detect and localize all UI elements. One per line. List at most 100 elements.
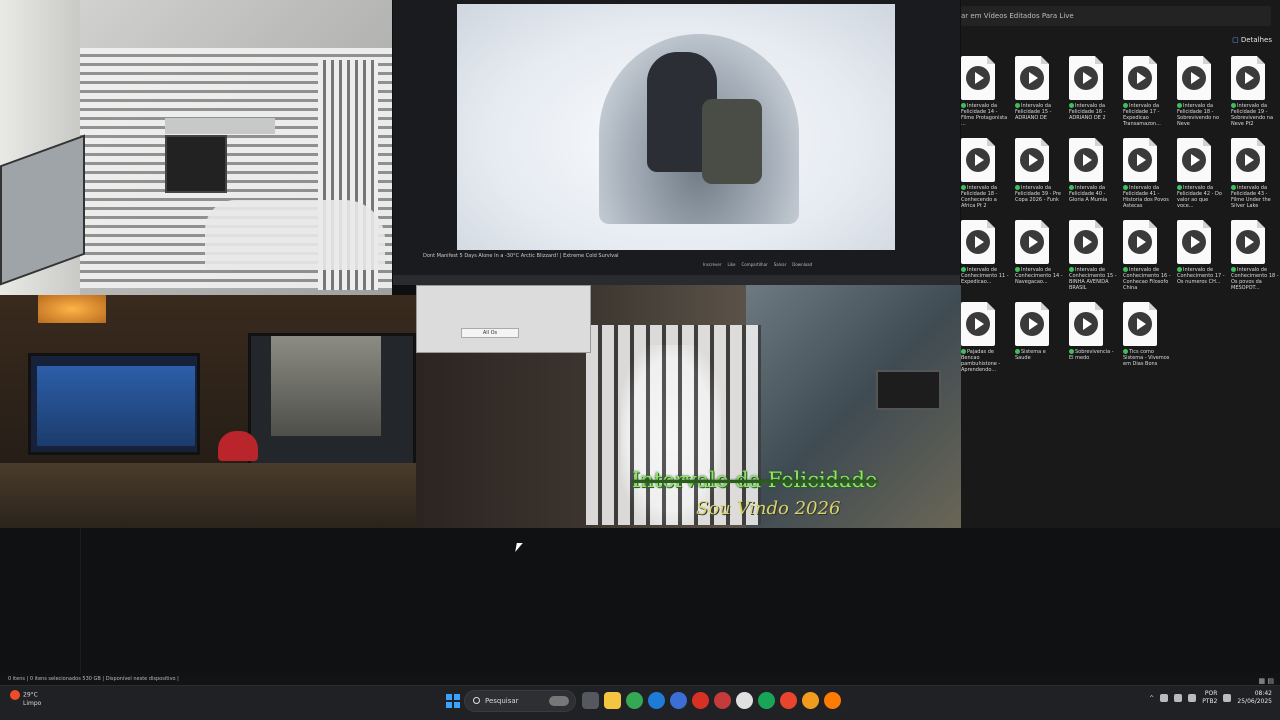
address-bar[interactable]: ar em Vídeos Editados Para Live — [961, 6, 1271, 26]
subscribe-button[interactable]: Inscrever — [703, 262, 722, 270]
file-item[interactable]: Intervalo da Felicidade 15 - ADRIANO DE — [1015, 56, 1065, 134]
sync-status-icon — [1069, 349, 1074, 354]
video-file-icon — [1015, 56, 1049, 100]
wifi-icon[interactable] — [1223, 694, 1232, 702]
video-player-window[interactable]: Dont Manifest 5 Days Alone In a -30°C Ar… — [393, 0, 960, 285]
file-item[interactable]: Intervalo de Conhecimento 16 - Conhecao … — [1123, 220, 1173, 298]
file-item[interactable]: Intervalo da Felicidade 41 - Historia do… — [1123, 138, 1173, 216]
file-item[interactable]: Intervalo da Felicidade 17 - Expedicao T… — [1123, 56, 1173, 134]
file-name: Intervalo da Felicidade 18 - Sobrevivend… — [1177, 103, 1220, 127]
file-item[interactable]: Intervalo de Conhecimento 15 - BINHA AVE… — [1069, 220, 1119, 298]
app-icon-1[interactable] — [692, 692, 709, 709]
onedrive-icon[interactable] — [1160, 694, 1169, 702]
file-item[interactable]: Intervalo da Felicidade 43 - Filme Under… — [1231, 138, 1280, 216]
search-placeholder: Pesquisar — [485, 697, 519, 705]
file-name: Intervalo de Conhecimento 16 - Conhecao … — [1123, 267, 1171, 291]
video-file-icon — [1123, 302, 1157, 346]
file-item[interactable]: Pajadas de Bencao pambuhistone - Aprende… — [961, 302, 1011, 380]
weather-temp: 29°C — [23, 691, 38, 699]
volume-icon[interactable] — [1188, 694, 1197, 702]
share-button[interactable]: Compartilhar — [741, 262, 767, 270]
sync-status-icon — [1069, 267, 1074, 272]
file-item[interactable]: Intervalo da Felicidade 19 - Sobrevivend… — [1231, 56, 1280, 134]
camera-feed-graffiti: All Os Intervalo da Felicidade Sou Vindo… — [416, 285, 961, 528]
sync-status-icon — [1231, 185, 1236, 190]
language-indicator[interactable]: POR PTB2 — [1202, 690, 1217, 706]
video-file-icon — [1069, 138, 1103, 182]
file-item[interactable]: Intervalo da Felicidade 16 - ADRIANO DE … — [1069, 56, 1119, 134]
desktop-area — [0, 528, 1280, 683]
play-icon — [966, 66, 990, 90]
file-item[interactable]: Intervalo de Conhecimento 17 - Os numero… — [1177, 220, 1227, 298]
file-explorer-window: ar em Vídeos Editados Para Live ▢ Detalh… — [961, 0, 1280, 528]
edge-icon[interactable] — [648, 692, 665, 709]
file-name: Intervalo da Felicidade 43 - Filme Under… — [1231, 185, 1271, 209]
file-item[interactable]: Intervalo da Felicidade 42 - Do valor ao… — [1177, 138, 1227, 216]
app-icon-2[interactable] — [714, 692, 731, 709]
video-file-icon — [1231, 220, 1265, 264]
play-icon — [1020, 230, 1044, 254]
store-icon[interactable] — [670, 692, 687, 709]
overlay-title: Intervalo da Felicidade — [632, 468, 878, 492]
video-title: Dont Manifest 5 Days Alone In a -30°C Ar… — [423, 253, 619, 259]
file-name: Intervalo da Felicidade 17 - Expedicao T… — [1123, 103, 1161, 127]
sync-status-icon — [961, 185, 966, 190]
weather-widget[interactable]: 29°C Limpo — [10, 690, 41, 708]
start-button[interactable] — [446, 694, 460, 708]
file-explorer-icon[interactable] — [604, 692, 621, 709]
desktop-root: Dont Manifest 5 Days Alone In a -30°C Ar… — [0, 0, 1280, 720]
file-item[interactable]: Intervalo da Felicidade 39 - Pre Copa 20… — [1015, 138, 1065, 216]
video-frame[interactable] — [457, 4, 895, 250]
mini-taskbar-strip — [393, 275, 960, 285]
app-icon-5[interactable] — [780, 692, 797, 709]
taskbar-apps — [582, 692, 841, 709]
taskbar-search[interactable]: Pesquisar — [464, 690, 576, 712]
file-name: Intervalo da Felicidade 40 - Gloria A Mu… — [1069, 185, 1108, 203]
dialog-button[interactable]: All Os — [461, 328, 519, 338]
weather-desc: Limpo — [23, 700, 42, 707]
details-button[interactable]: ▢ Detalhes — [1232, 36, 1272, 44]
wall-frame-image — [876, 370, 941, 410]
file-item[interactable]: Intervalo de Conhecimento 11 - Expedicao… — [961, 220, 1011, 298]
video-file-icon — [961, 138, 995, 182]
app-icon-4[interactable] — [758, 692, 775, 709]
file-item[interactable]: Sobrevivencia - El medo — [1069, 302, 1119, 380]
file-item[interactable]: Intervalo da Felicidade 18 - Conhecendo … — [961, 138, 1011, 216]
file-name: Intervalo da Felicidade 39 - Pre Copa 20… — [1015, 185, 1061, 203]
chrome-icon[interactable] — [626, 692, 643, 709]
file-item[interactable]: Tics como Sistema - Vivemos em Dias Bons — [1123, 302, 1173, 380]
file-item[interactable]: Intervalo da Felicidade 40 - Gloria A Mu… — [1069, 138, 1119, 216]
play-icon — [1128, 66, 1152, 90]
app-icon-6[interactable] — [802, 692, 819, 709]
play-icon — [1128, 148, 1152, 172]
divider-line — [80, 528, 81, 683]
lang-label-2: PTB2 — [1202, 698, 1218, 705]
file-name: Intervalo de Conhecimento 17 - Os numero… — [1177, 267, 1225, 285]
search-highlight-icon — [549, 696, 569, 706]
clock[interactable]: 08:42 25/06/2025 — [1237, 690, 1272, 706]
play-icon — [1236, 230, 1260, 254]
like-button[interactable]: Like — [728, 262, 736, 270]
door-grate-image — [586, 325, 761, 525]
download-button[interactable]: Download — [792, 262, 812, 270]
play-icon — [966, 148, 990, 172]
file-item[interactable]: Sistema e Saude — [1015, 302, 1065, 380]
video-file-icon — [1069, 56, 1103, 100]
chevron-up-icon[interactable]: ^ — [1149, 695, 1154, 702]
save-button[interactable]: Salvar — [774, 262, 787, 270]
sync-status-icon — [1015, 103, 1020, 108]
file-item[interactable]: Intervalo de Conhecimento 18 - Os povos … — [1231, 220, 1280, 298]
file-name: Intervalo da Felicidade 16 - ADRIANO DE … — [1069, 103, 1106, 121]
app-icon-3[interactable] — [736, 692, 753, 709]
file-name: Intervalo da Felicidade 42 - Do valor ao… — [1177, 185, 1222, 209]
network-icon[interactable] — [1174, 694, 1183, 702]
file-item[interactable]: Intervalo da Felicidade 18 - Sobrevivend… — [1177, 56, 1227, 134]
video-file-icon — [1231, 56, 1265, 100]
video-file-icon — [1069, 302, 1103, 346]
vlc-icon[interactable] — [824, 692, 841, 709]
play-icon — [966, 230, 990, 254]
file-item[interactable]: Intervalo da Felicidade 14 - Filme Prota… — [961, 56, 1011, 134]
car-image — [205, 200, 385, 270]
task-view-icon[interactable] — [582, 692, 599, 709]
file-item[interactable]: Intervalo de Conhecimento 14 - Navegacao… — [1015, 220, 1065, 298]
